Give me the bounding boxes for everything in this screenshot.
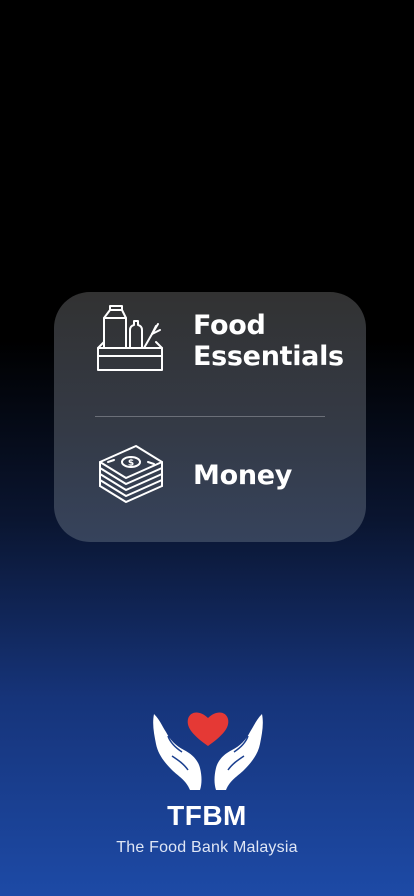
heart-hands-icon	[153, 712, 263, 790]
app-screen: { "options": [ {"label_line1": "Food", "…	[0, 0, 414, 896]
svg-text:$: $	[128, 459, 134, 469]
money-option[interactable]: $ Money	[54, 292, 366, 542]
money-label: Money	[193, 460, 293, 491]
brand-name: TFBM	[167, 800, 247, 831]
donation-options-card: Food Essentials $ Money	[54, 292, 366, 542]
cash-stack-icon: $	[99, 445, 163, 503]
brand-subtitle: The Food Bank Malaysia	[116, 839, 298, 856]
